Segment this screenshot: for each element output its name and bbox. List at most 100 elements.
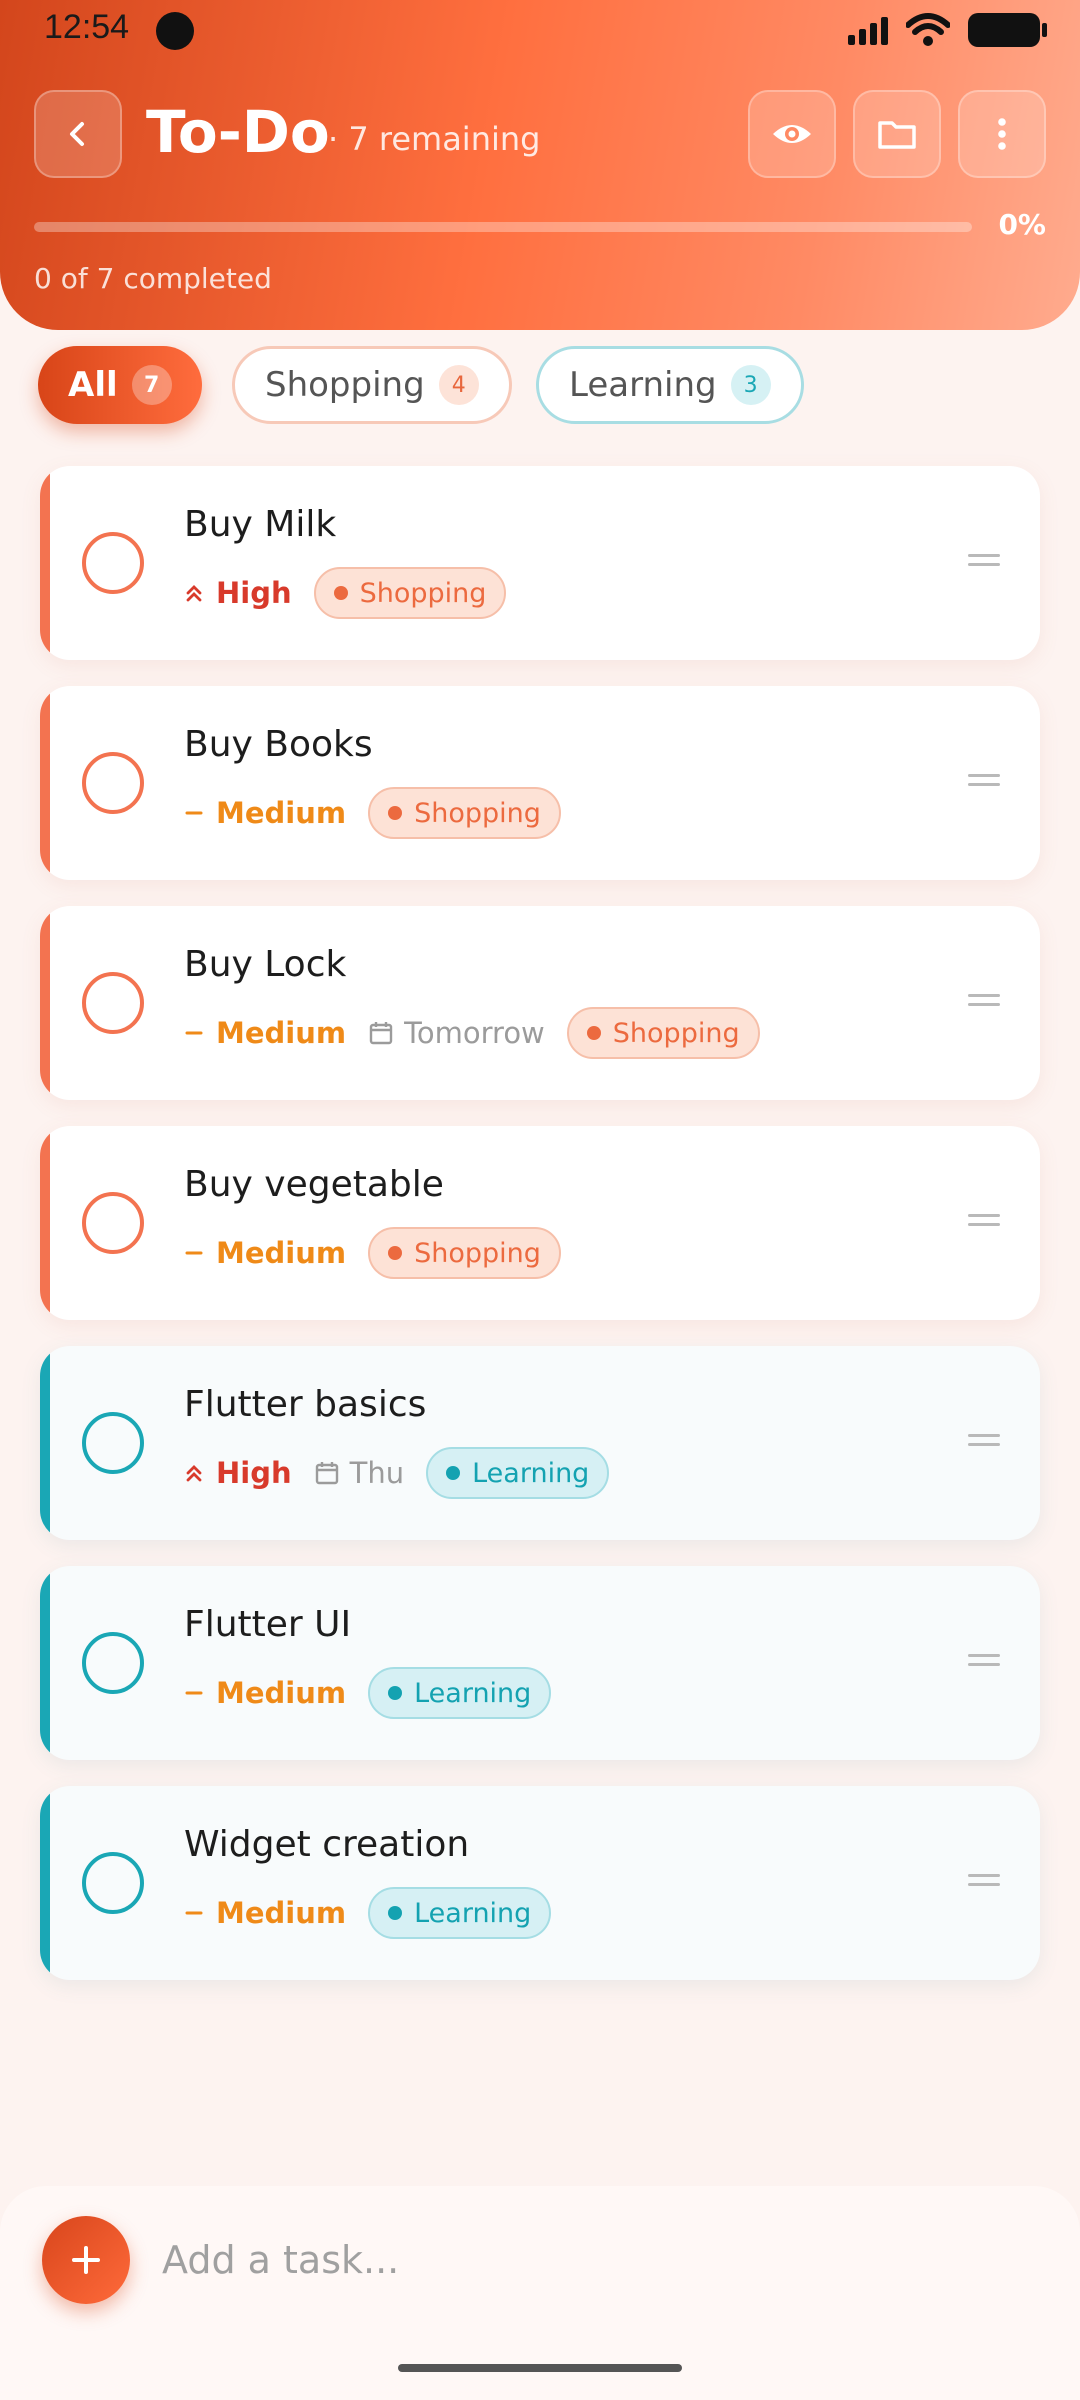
dash-icon	[185, 1251, 203, 1255]
priority-indicator: High	[184, 1456, 292, 1490]
filter-chip-count: 4	[438, 365, 479, 405]
double-chevron-up-icon	[186, 1465, 202, 1482]
add-task-button[interactable]	[42, 2216, 130, 2304]
complete-checkbox[interactable]	[82, 1192, 144, 1254]
priority-indicator: High	[184, 576, 292, 610]
priority-indicator: Medium	[184, 796, 346, 830]
chevron-left-icon	[70, 122, 84, 146]
dash-icon	[185, 1031, 203, 1035]
dash-icon	[185, 811, 203, 815]
battery-icon	[968, 13, 1047, 47]
filter-chip-label: Shopping	[265, 365, 425, 405]
filter-chip-count: 3	[730, 365, 771, 405]
tag-label: Learning	[414, 1897, 532, 1929]
priority-indicator: Medium	[184, 1896, 346, 1930]
filter-chip-count: 7	[131, 365, 172, 405]
task-meta: Medium Learning	[184, 1886, 552, 1940]
category-bar	[40, 1566, 50, 1760]
complete-checkbox[interactable]	[82, 752, 144, 814]
category-tag: Learning	[368, 1887, 552, 1939]
category-bar	[40, 1346, 50, 1540]
priority-indicator: Medium	[184, 1676, 346, 1710]
filter-chip-shopping[interactable]: Shopping 4	[232, 346, 512, 424]
task-meta: Medium Learning	[184, 1666, 552, 1720]
tag-dot	[388, 1246, 403, 1260]
due-label: Tomorrow	[404, 1016, 545, 1050]
filter-chip-label: All	[68, 365, 118, 405]
wifi-icon	[906, 13, 950, 46]
due-label: Thu	[349, 1456, 405, 1490]
task-card[interactable]: Widget creation Medium Learning	[40, 1786, 1040, 1980]
task-meta: Medium Tomorrow Shopping	[184, 1006, 760, 1060]
complete-checkbox[interactable]	[82, 1852, 144, 1914]
dash-icon	[185, 1691, 203, 1695]
task-card[interactable]: Buy Lock Medium Tomorrow Shopping	[40, 906, 1040, 1100]
drag-handle-icon[interactable]	[968, 1654, 1000, 1668]
drag-handle-icon[interactable]	[968, 1214, 1000, 1228]
back-button[interactable]	[34, 90, 122, 178]
filter-chip-learning[interactable]: Learning 3	[536, 346, 804, 424]
tag-label: Shopping	[359, 577, 487, 609]
category-tag: Shopping	[368, 787, 561, 839]
calendar-icon	[315, 1462, 338, 1485]
status-icons	[848, 10, 1047, 50]
tag-dot	[388, 1686, 403, 1700]
signal-icon	[848, 15, 888, 45]
category-tag: Learning	[368, 1667, 552, 1719]
tag-dot	[333, 586, 348, 600]
home-indicator[interactable]	[398, 2364, 682, 2372]
drag-handle-icon[interactable]	[968, 774, 1000, 788]
folder-icon	[878, 121, 916, 149]
tag-label: Shopping	[414, 1237, 541, 1269]
priority-label: Medium	[216, 1236, 347, 1270]
tag-dot	[388, 1906, 403, 1920]
task-card[interactable]: Buy Books Medium Shopping	[40, 686, 1040, 880]
task-card[interactable]: Buy Milk High Shopping	[40, 466, 1040, 660]
priority-label: Medium	[216, 1896, 347, 1930]
task-card[interactable]: Buy vegetable Medium Shopping	[40, 1126, 1040, 1320]
dash-icon	[185, 1911, 203, 1915]
camera-dot	[156, 12, 194, 50]
task-title: Flutter UI	[184, 1604, 352, 1645]
task-meta: Medium Shopping	[184, 1226, 561, 1280]
task-title: Flutter basics	[184, 1384, 427, 1425]
task-title: Buy Books	[184, 724, 373, 765]
task-meta: Medium Shopping	[184, 786, 561, 840]
calendar-icon	[369, 1022, 393, 1045]
priority-label: Medium	[216, 796, 347, 830]
complete-checkbox[interactable]	[82, 1412, 144, 1474]
due-date: Tomorrow	[368, 1016, 545, 1050]
category-bar	[40, 686, 50, 880]
complete-checkbox[interactable]	[82, 532, 144, 594]
drag-handle-icon[interactable]	[968, 1434, 1000, 1448]
task-title: Buy vegetable	[184, 1164, 444, 1205]
filter-chip-all[interactable]: All 7	[38, 346, 202, 424]
double-chevron-up-icon	[186, 585, 202, 602]
priority-label: High	[216, 576, 292, 610]
priority-label: High	[216, 1456, 292, 1490]
remaining-count: · 7 remaining	[328, 120, 541, 158]
task-title: Widget creation	[184, 1824, 470, 1865]
more-options-button[interactable]	[958, 90, 1046, 178]
drag-handle-icon[interactable]	[968, 554, 1000, 568]
folder-button[interactable]	[853, 90, 941, 178]
category-tag: Learning	[426, 1447, 610, 1499]
task-card[interactable]: Flutter basics High Thu Learning	[40, 1346, 1040, 1540]
category-bar	[40, 906, 50, 1100]
tag-dot	[446, 1466, 461, 1480]
task-meta: High Thu Learning	[184, 1446, 610, 1500]
drag-handle-icon[interactable]	[968, 994, 1000, 1008]
task-card[interactable]: Flutter UI Medium Learning	[40, 1566, 1040, 1760]
category-tag: Shopping	[566, 1007, 760, 1059]
priority-label: Medium	[216, 1676, 347, 1710]
view-button[interactable]	[748, 90, 836, 178]
complete-checkbox[interactable]	[82, 972, 144, 1034]
add-task-input[interactable]	[162, 2224, 1022, 2296]
drag-handle-icon[interactable]	[968, 1874, 1000, 1888]
complete-checkbox[interactable]	[82, 1632, 144, 1694]
status-time: 12:54	[44, 8, 130, 46]
progress-percent: 0%	[998, 208, 1046, 241]
priority-indicator: Medium	[184, 1236, 346, 1270]
more-vertical-icon	[998, 118, 1006, 150]
tag-dot	[586, 1026, 601, 1040]
